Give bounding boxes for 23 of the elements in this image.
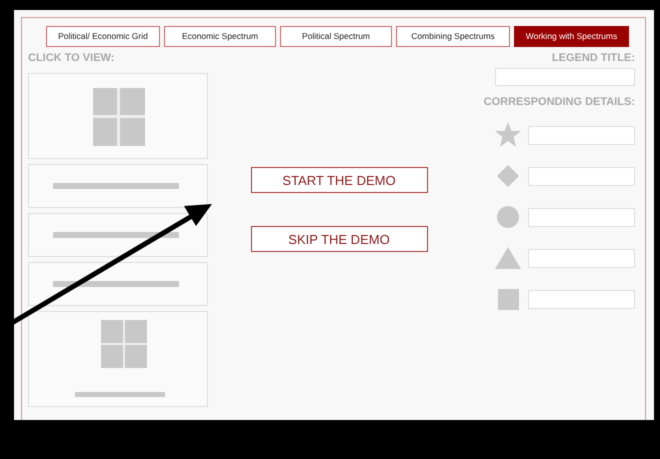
tab[interactable]: Economic Spectrum bbox=[164, 26, 276, 47]
diagram-thumbnail[interactable] bbox=[28, 213, 208, 257]
tab[interactable]: Political/ Economic Grid bbox=[46, 26, 160, 47]
tab[interactable]: Political Spectrum bbox=[280, 26, 392, 47]
detail-field[interactable] bbox=[528, 290, 635, 308]
tab[interactable]: Combining Spectrums bbox=[396, 26, 510, 47]
circle-icon bbox=[494, 203, 522, 231]
corresponding-details-label: CORRESPONDING DETAILS: bbox=[484, 96, 635, 108]
legend-title-field[interactable] bbox=[495, 68, 635, 86]
demo-button[interactable]: START THE DEMO bbox=[250, 167, 428, 193]
diagram-thumbnail[interactable] bbox=[28, 262, 208, 306]
demo-button[interactable]: SKIP THE DEMO bbox=[250, 226, 428, 252]
detail-field[interactable] bbox=[528, 248, 635, 268]
detail-field[interactable] bbox=[528, 166, 635, 186]
tab[interactable]: Working with Spectrums bbox=[514, 26, 629, 47]
click-to-view-heading: CLICK TO VIEW: bbox=[28, 52, 116, 66]
diagram-thumbnail[interactable] bbox=[28, 311, 208, 407]
diagram-thumbnail[interactable] bbox=[28, 73, 208, 159]
diagram-thumbnail[interactable] bbox=[28, 164, 208, 208]
detail-field[interactable] bbox=[528, 208, 635, 226]
legend-title-label: LEGEND TITLE: bbox=[552, 52, 635, 64]
detail-field[interactable] bbox=[528, 126, 635, 144]
star-icon bbox=[494, 121, 522, 149]
